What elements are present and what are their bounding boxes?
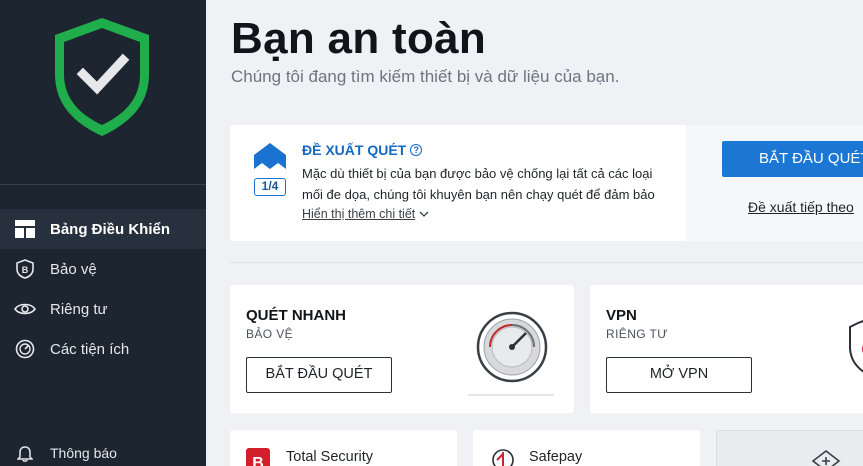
sidebar-item-label: Bảo vệ	[50, 260, 97, 278]
sidebar-item-dashboard[interactable]: Bảng Điều Khiển	[0, 209, 206, 249]
open-vpn-button[interactable]: MỞ VPN	[606, 357, 752, 393]
bell-icon	[14, 442, 36, 464]
safepay-card[interactable]: Safepay	[473, 430, 700, 466]
gauge-shadow	[468, 394, 554, 396]
vpn-card: VPN RIÊNG TƯ MỞ VPN	[590, 285, 863, 413]
sidebar-divider	[0, 184, 206, 185]
sidebar-item-protection[interactable]: B Bảo vệ	[0, 249, 206, 289]
main-content: Bạn an toàn Chúng tôi đang tìm kiếm thiế…	[206, 0, 863, 466]
recommendation-description: Mặc dù thiết bị của bạn được bảo vệ chốn…	[302, 166, 655, 202]
dashboard-icon	[14, 218, 36, 240]
recommendation-title-text: ĐỀ XUẤT QUÉT	[302, 142, 407, 158]
add-quick-action-card[interactable]	[716, 430, 863, 466]
show-more-label: Hiển thị thêm chi tiết	[302, 207, 416, 221]
gauge-icon	[14, 338, 36, 360]
mini-card-label: Total Security	[286, 449, 374, 465]
page-title: Bạn an toàn	[231, 14, 487, 63]
eye-icon	[14, 298, 36, 320]
shield-check-icon	[55, 18, 149, 136]
quick-scan-button[interactable]: BẮT ĐẦU QUÉT	[246, 357, 392, 393]
quick-scan-card: QUÉT NHANH BẢO VỆ BẮT ĐẦU QUÉT	[230, 285, 574, 413]
recommendation-title: ĐỀ XUẤT QUÉT ?	[302, 142, 423, 158]
bitdefender-b-icon: B	[246, 448, 270, 466]
card-title: VPN	[606, 307, 637, 324]
sidebar-nav: Bảng Điều Khiển B Bảo vệ Riêng tư Các ti…	[0, 209, 206, 369]
total-security-card[interactable]: B Total Security	[230, 430, 457, 466]
recommendation-icon	[254, 143, 286, 169]
sidebar-item-utilities[interactable]: Các tiện ích	[0, 329, 206, 369]
help-icon[interactable]: ?	[410, 144, 423, 156]
vpn-shield-icon	[849, 320, 863, 373]
mini-card-label: Safepay	[529, 449, 583, 465]
card-subtitle: BẢO VỆ	[246, 327, 294, 341]
card-subtitle: RIÊNG TƯ	[606, 327, 668, 341]
svg-text:B: B	[22, 265, 29, 275]
recommendation-counter-badge: 1/4	[254, 178, 286, 196]
next-recommendation-link[interactable]: Đề xuất tiếp theo	[748, 199, 854, 215]
protection-shield-icon: B	[14, 258, 36, 280]
sidebar-item-privacy[interactable]: Riêng tư	[0, 289, 206, 329]
safepay-icon	[492, 449, 514, 466]
chevron-down-icon	[419, 211, 429, 217]
scan-gauge-icon	[476, 311, 548, 383]
page-subtitle: Chúng tôi đang tìm kiếm thiết bị và dữ l…	[231, 67, 620, 86]
card-title: QUÉT NHANH	[246, 307, 346, 324]
sidebar: Bảng Điều Khiển B Bảo vệ Riêng tư Các ti…	[0, 0, 206, 466]
recommendation-card: 1/4 ĐỀ XUẤT QUÉT ? Mặc dù thiết bị của b…	[230, 125, 863, 241]
section-divider	[230, 262, 863, 263]
add-icon	[811, 449, 841, 466]
start-scan-button[interactable]: BẮT ĐẦU QUÉT	[722, 141, 863, 177]
svg-text:B: B	[252, 455, 264, 466]
sidebar-item-label: Riêng tư	[50, 300, 108, 318]
sidebar-item-label: Các tiện ích	[50, 340, 130, 358]
recommendation-body: 1/4 ĐỀ XUẤT QUÉT ? Mặc dù thiết bị của b…	[230, 125, 686, 241]
sidebar-item-notifications[interactable]: Thông báo	[14, 442, 117, 464]
show-more-details-link[interactable]: Hiển thị thêm chi tiết	[302, 207, 429, 221]
sidebar-item-label: Bảng Điều Khiển	[50, 220, 171, 238]
notifications-label: Thông báo	[50, 445, 117, 461]
